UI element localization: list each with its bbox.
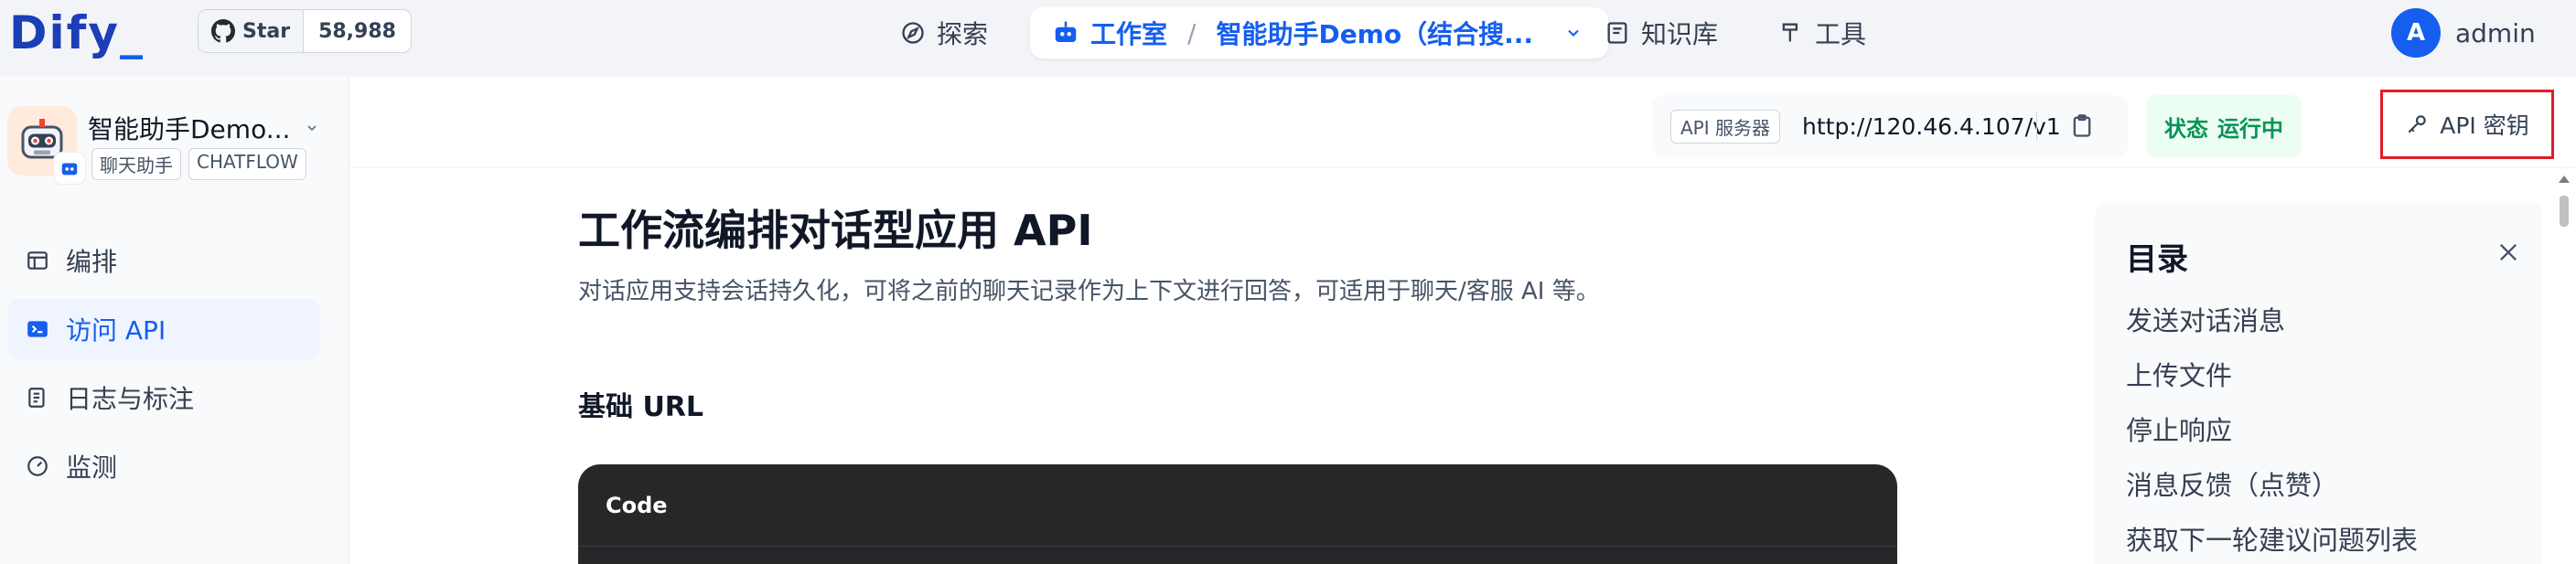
dify-logo[interactable]: Dify _ — [9, 5, 145, 60]
github-star-count: 58,988 — [318, 19, 396, 43]
key-icon — [2408, 115, 2426, 133]
api-key-label: API 密钥 — [2440, 112, 2529, 139]
table-of-contents: 目录 发送对话消息 上传文件 停止响应 消息反馈（点赞） 获取下一轮建议问题列表 — [2095, 201, 2543, 564]
nav-tools-label: 工具 — [1815, 19, 1867, 49]
divider — [2036, 112, 2037, 141]
sidebar-item-label: 访问 API — [66, 315, 166, 346]
scrollbar-thumb[interactable] — [2560, 196, 2569, 227]
github-star-button[interactable]: Star 58,988 — [198, 9, 412, 53]
toc-item[interactable]: 发送对话消息 — [2126, 300, 2418, 355]
nav-explore-label: 探索 — [937, 19, 989, 49]
page-title: 工作流编排对话型应用 API — [578, 206, 1093, 255]
compass-icon — [902, 22, 924, 44]
chat-bot-icon — [61, 163, 78, 176]
app-name: 智能助手Demo... — [88, 110, 319, 146]
sidebar-item-label: 日志与标注 — [66, 384, 195, 414]
avatar: A — [2391, 8, 2441, 58]
sidebar-item-orchestrate[interactable]: 编排 — [7, 230, 320, 291]
chevron-down-icon[interactable] — [305, 121, 319, 135]
nav-studio-label: 工作室 — [1090, 19, 1168, 49]
sidebar-item-api-access[interactable]: 访问 API — [7, 299, 320, 359]
logo-underscore: _ — [120, 6, 145, 59]
main-content: API 服务器 http://120.46.4.107/v1 状态 运行中 AP… — [349, 77, 2576, 564]
logo-text: Dify — [9, 6, 120, 59]
log-icon — [28, 388, 45, 408]
app-name-text: 智能助手Demo... — [88, 114, 291, 144]
section-heading: 基础 URL — [578, 391, 704, 423]
hammer-icon — [1782, 23, 1798, 42]
sidebar: 智能助手Demo... 聊天助手 CHATFLOW 编排 访问 API 日志与标… — [0, 77, 349, 564]
sidebar-item-logs[interactable]: 日志与标注 — [7, 367, 320, 428]
github-icon — [211, 19, 235, 43]
api-server-field: API 服务器 http://120.46.4.107/v1 — [1652, 95, 2128, 157]
nav-knowledge-label: 知识库 — [1641, 19, 1719, 49]
status-badge: 状态 运行中 — [2146, 95, 2302, 157]
github-star-label-area: Star — [199, 10, 305, 52]
gauge-icon — [27, 456, 48, 476]
api-server-label: API 服务器 — [1670, 109, 1780, 144]
layout-icon — [27, 251, 48, 270]
robot-icon — [1055, 21, 1077, 42]
book-icon — [1607, 22, 1627, 44]
code-block-header: Code — [578, 464, 1897, 547]
nav-knowledge[interactable]: 知识库 — [1605, 7, 1718, 59]
scroll-up-arrow[interactable] — [2559, 176, 2570, 183]
app-tags: 聊天助手 CHATFLOW — [91, 148, 306, 180]
user-menu[interactable]: A admin — [2391, 7, 2536, 59]
api-toolbar: API 服务器 http://120.46.4.107/v1 状态 运行中 AP… — [349, 77, 2576, 168]
nav-tools[interactable]: 工具 — [1778, 7, 1866, 59]
status-value: 运行中 — [2217, 115, 2283, 142]
scrollbar[interactable] — [2558, 168, 2571, 564]
nav-explore[interactable]: 探索 — [900, 7, 988, 59]
toc-item[interactable]: 上传文件 — [2126, 355, 2418, 410]
user-name: admin — [2455, 17, 2536, 48]
api-url: http://120.46.4.107/v1 — [1802, 112, 2061, 140]
sidebar-item-monitor[interactable]: 监测 — [7, 436, 320, 496]
app-type-tag: 聊天助手 — [91, 148, 181, 180]
close-icon[interactable] — [2496, 239, 2521, 265]
terminal-icon — [27, 321, 48, 337]
chevron-down-icon[interactable] — [1564, 24, 1583, 42]
page-description: 对话应用支持会话持久化，可将之前的聊天记录作为上下文进行回答，可适用于聊天/客服… — [578, 278, 1600, 305]
app-header[interactable]: 智能助手Demo... 聊天助手 CHATFLOW — [7, 106, 342, 185]
top-navigation: Dify _ Star 58,988 探索 工作室 / 智能助手Demo（结合搜.… — [0, 0, 2576, 77]
status-label: 状态 — [2164, 115, 2208, 142]
api-key-button[interactable]: API 密钥 — [2380, 90, 2554, 159]
sidebar-item-label: 编排 — [66, 247, 118, 277]
nav-studio[interactable]: 工作室 / 智能助手Demo（结合搜... — [1030, 7, 1609, 59]
toc-list: 发送对话消息 上传文件 停止响应 消息反馈（点赞） 获取下一轮建议问题列表 — [2126, 300, 2418, 564]
app-mode-tag: CHATFLOW — [188, 148, 306, 180]
sidebar-item-label: 监测 — [66, 452, 118, 483]
nav-current-app[interactable]: 智能助手Demo（结合搜... — [1216, 15, 1533, 51]
toc-item[interactable]: 获取下一轮建议问题列表 — [2126, 519, 2418, 564]
github-star-label: Star — [242, 19, 291, 43]
toc-item[interactable]: 消息反馈（点赞） — [2126, 464, 2418, 519]
breadcrumb-separator: / — [1187, 17, 1197, 48]
chatflow-badge — [53, 152, 86, 185]
sidebar-menu: 编排 访问 API 日志与标注 监测 — [7, 230, 320, 505]
app-icon — [7, 106, 86, 185]
toc-item[interactable]: 停止响应 — [2126, 410, 2418, 464]
clipboard-icon[interactable] — [2069, 113, 2095, 139]
toc-title: 目录 — [2126, 241, 2188, 278]
code-block: Code — [578, 464, 1897, 564]
